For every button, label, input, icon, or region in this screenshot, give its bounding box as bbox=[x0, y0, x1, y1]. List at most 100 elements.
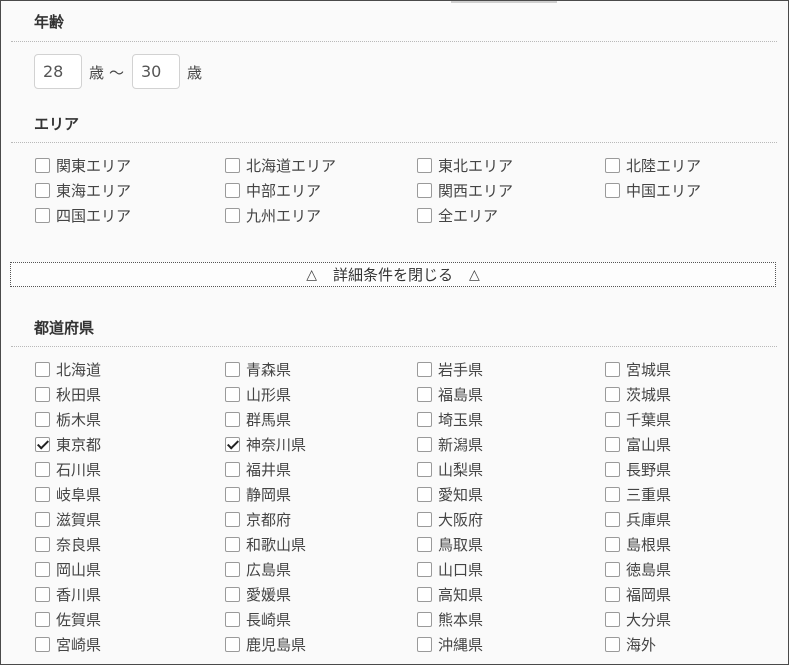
prefecture-checkbox-item[interactable]: 宮城県 bbox=[605, 357, 785, 382]
prefecture-checkbox-item[interactable]: 山口県 bbox=[417, 557, 605, 582]
prefecture-checkbox-item[interactable]: 岩手県 bbox=[417, 357, 605, 382]
prefecture-checkbox-item[interactable]: 茨城県 bbox=[605, 382, 785, 407]
prefecture-checkbox-item[interactable]: 岐阜県 bbox=[35, 482, 225, 507]
checkbox[interactable] bbox=[605, 537, 620, 552]
checkbox[interactable] bbox=[225, 462, 240, 477]
checkbox[interactable] bbox=[417, 362, 432, 377]
prefecture-checkbox-item[interactable]: 東京都 bbox=[35, 432, 225, 457]
checkbox[interactable] bbox=[225, 387, 240, 402]
checkbox[interactable] bbox=[225, 512, 240, 527]
checkbox[interactable] bbox=[605, 158, 620, 173]
prefecture-checkbox-item[interactable]: 佐賀県 bbox=[35, 607, 225, 632]
checkbox[interactable] bbox=[605, 612, 620, 627]
checkbox[interactable] bbox=[605, 562, 620, 577]
checkbox[interactable] bbox=[225, 637, 240, 652]
checkbox[interactable] bbox=[605, 462, 620, 477]
checkbox[interactable] bbox=[605, 487, 620, 502]
prefecture-checkbox-item[interactable]: 愛知県 bbox=[417, 482, 605, 507]
checkbox[interactable] bbox=[605, 437, 620, 452]
checkbox[interactable] bbox=[417, 487, 432, 502]
prefecture-checkbox-item[interactable]: 岡山県 bbox=[35, 557, 225, 582]
prefecture-checkbox-item[interactable]: 大阪府 bbox=[417, 507, 605, 532]
prefecture-checkbox-item[interactable]: 奈良県 bbox=[35, 532, 225, 557]
prefecture-checkbox-item[interactable]: 埼玉県 bbox=[417, 407, 605, 432]
area-checkbox-item[interactable]: 北海道エリア bbox=[225, 153, 417, 178]
prefecture-checkbox-item[interactable]: 福井県 bbox=[225, 457, 417, 482]
age-min-input[interactable] bbox=[34, 54, 82, 89]
checkbox[interactable] bbox=[417, 158, 432, 173]
prefecture-checkbox-item[interactable]: 鹿児島県 bbox=[225, 632, 417, 657]
checkbox[interactable] bbox=[35, 387, 50, 402]
prefecture-checkbox-item[interactable]: 広島県 bbox=[225, 557, 417, 582]
area-checkbox-item[interactable]: 九州エリア bbox=[225, 203, 417, 228]
prefecture-checkbox-item[interactable]: 長崎県 bbox=[225, 607, 417, 632]
checkbox[interactable] bbox=[225, 537, 240, 552]
area-checkbox-item[interactable]: 北陸エリア bbox=[605, 153, 785, 178]
checkbox-checked[interactable] bbox=[35, 437, 50, 452]
checkbox[interactable] bbox=[605, 512, 620, 527]
checkbox[interactable] bbox=[417, 412, 432, 427]
checkbox-checked[interactable] bbox=[225, 437, 240, 452]
prefecture-checkbox-item[interactable]: 福島県 bbox=[417, 382, 605, 407]
prefecture-checkbox-item[interactable]: 北海道 bbox=[35, 357, 225, 382]
checkbox[interactable] bbox=[417, 637, 432, 652]
prefecture-checkbox-item[interactable]: 石川県 bbox=[35, 457, 225, 482]
prefecture-checkbox-item[interactable]: 海外 bbox=[605, 632, 785, 657]
checkbox[interactable] bbox=[417, 512, 432, 527]
prefecture-checkbox-item[interactable]: 山形県 bbox=[225, 382, 417, 407]
checkbox[interactable] bbox=[35, 562, 50, 577]
checkbox[interactable] bbox=[35, 637, 50, 652]
close-detail-conditions-button[interactable]: △ 詳細条件を閉じる △ bbox=[10, 262, 776, 287]
prefecture-checkbox-item[interactable]: 福岡県 bbox=[605, 582, 785, 607]
area-checkbox-item[interactable]: 東海エリア bbox=[35, 178, 225, 203]
prefecture-checkbox-item[interactable]: 群馬県 bbox=[225, 407, 417, 432]
checkbox[interactable] bbox=[225, 362, 240, 377]
checkbox[interactable] bbox=[417, 462, 432, 477]
prefecture-checkbox-item[interactable]: 千葉県 bbox=[605, 407, 785, 432]
area-checkbox-item[interactable]: 関西エリア bbox=[417, 178, 605, 203]
checkbox[interactable] bbox=[417, 562, 432, 577]
checkbox[interactable] bbox=[417, 208, 432, 223]
checkbox[interactable] bbox=[605, 637, 620, 652]
prefecture-checkbox-item[interactable]: 新潟県 bbox=[417, 432, 605, 457]
prefecture-checkbox-item[interactable]: 宮崎県 bbox=[35, 632, 225, 657]
checkbox[interactable] bbox=[35, 462, 50, 477]
prefecture-checkbox-item[interactable]: 静岡県 bbox=[225, 482, 417, 507]
prefecture-checkbox-item[interactable]: 兵庫県 bbox=[605, 507, 785, 532]
checkbox[interactable] bbox=[605, 387, 620, 402]
prefecture-checkbox-item[interactable]: 鳥取県 bbox=[417, 532, 605, 557]
prefecture-checkbox-item[interactable]: 栃木県 bbox=[35, 407, 225, 432]
checkbox[interactable] bbox=[35, 587, 50, 602]
checkbox[interactable] bbox=[35, 612, 50, 627]
checkbox[interactable] bbox=[35, 362, 50, 377]
prefecture-checkbox-item[interactable]: 熊本県 bbox=[417, 607, 605, 632]
checkbox[interactable] bbox=[605, 362, 620, 377]
checkbox[interactable] bbox=[35, 158, 50, 173]
checkbox[interactable] bbox=[605, 183, 620, 198]
area-checkbox-item[interactable]: 中国エリア bbox=[605, 178, 785, 203]
checkbox[interactable] bbox=[225, 587, 240, 602]
prefecture-checkbox-item[interactable]: 青森県 bbox=[225, 357, 417, 382]
prefecture-checkbox-item[interactable]: 大分県 bbox=[605, 607, 785, 632]
checkbox[interactable] bbox=[417, 587, 432, 602]
area-checkbox-item[interactable]: 全エリア bbox=[417, 203, 605, 228]
prefecture-checkbox-item[interactable]: 島根県 bbox=[605, 532, 785, 557]
checkbox[interactable] bbox=[35, 412, 50, 427]
checkbox[interactable] bbox=[35, 208, 50, 223]
prefecture-checkbox-item[interactable]: 山梨県 bbox=[417, 457, 605, 482]
prefecture-checkbox-item[interactable]: 神奈川県 bbox=[225, 432, 417, 457]
prefecture-checkbox-item[interactable]: 長野県 bbox=[605, 457, 785, 482]
checkbox[interactable] bbox=[35, 512, 50, 527]
checkbox[interactable] bbox=[417, 437, 432, 452]
area-checkbox-item[interactable]: 中部エリア bbox=[225, 178, 417, 203]
checkbox[interactable] bbox=[605, 587, 620, 602]
prefecture-checkbox-item[interactable]: 京都府 bbox=[225, 507, 417, 532]
checkbox[interactable] bbox=[225, 208, 240, 223]
checkbox[interactable] bbox=[225, 158, 240, 173]
checkbox[interactable] bbox=[417, 183, 432, 198]
checkbox[interactable] bbox=[417, 537, 432, 552]
checkbox[interactable] bbox=[35, 537, 50, 552]
area-checkbox-item[interactable]: 関東エリア bbox=[35, 153, 225, 178]
area-checkbox-item[interactable]: 東北エリア bbox=[417, 153, 605, 178]
checkbox[interactable] bbox=[605, 412, 620, 427]
